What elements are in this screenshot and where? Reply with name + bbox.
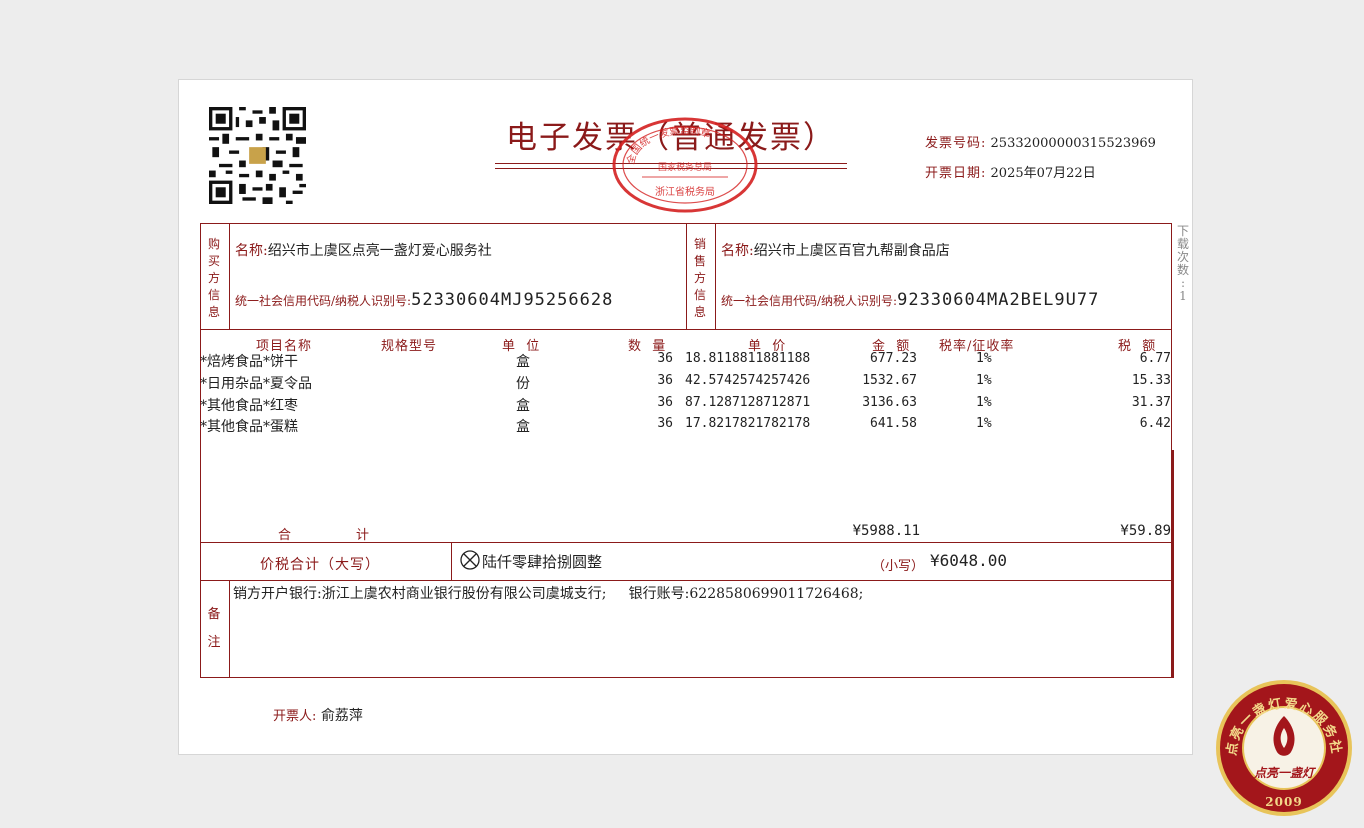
seller-name-label: 名称: [721,243,754,259]
issuer-name: 俞荔萍 [320,708,363,724]
buyer-tax-id: 统一社会信用代码/纳税人识别号:52330604MJ95256628 [235,290,613,310]
grand-total-label: 价税合计（大写） [260,557,380,573]
divider [686,223,687,329]
divider [200,542,1172,543]
row-tax: 15.33 [1131,373,1171,388]
row-tax: 6.77 [1139,351,1171,366]
stamp-bottom-text: 浙江省税务局 [655,185,715,198]
grand-total-amount: ¥6048.00 [930,551,1008,570]
row-qty: 36 [657,395,673,410]
invoice-number-label: 发票号码: [925,136,987,151]
divider [200,580,1172,581]
seller-tax-id: 统一社会信用代码/纳税人识别号:92330604MA2BEL9U77 [721,290,1099,310]
buyer-name-value: 绍兴市上虞区点亮一盏灯爱心服务社 [267,243,492,259]
total-tax: ¥59.89 [1120,523,1171,539]
buyer-section-label: 购买方信息 [207,237,220,319]
seller-tax-id-label: 统一社会信用代码/纳税人识别号: [721,294,898,308]
badge-script-text: 点亮一盏灯 [1253,766,1317,780]
row-tax: 31.37 [1131,395,1171,410]
issuer-label: 开票人: [273,709,317,724]
row-qty: 36 [657,351,673,366]
remarks-text: 销方开户银行:浙江上虞农村商业银行股份有限公司虞城支行; 银行账号:622858… [233,586,864,602]
row-rate: 1% [976,416,992,431]
buyer-tax-id-value: 52330604MJ95256628 [411,290,614,310]
row-rate: 1% [976,395,992,410]
row-qty: 36 [657,373,673,388]
badge-year: 2009 [1265,795,1302,809]
remarks-label-2: 注 [207,635,221,650]
invoice-number: 发票号码: 25332000000315523969 [925,132,1156,151]
buyer-name-label: 名称: [235,243,268,259]
table-row: *日用杂品*夏令品 份 36 42.5742574257426 1532.67 … [200,373,1172,394]
row-price: 18.8118811881188 [685,351,811,366]
buyer-name: 名称:绍兴市上虞区点亮一盏灯爱心服务社 [235,240,492,260]
organization-badge-logo: 点亮一盏灯爱心服务社 点亮一盏灯 2009 [1216,680,1352,816]
divider [451,542,452,580]
row-amount: 677.23 [870,351,917,366]
seller-section-label: 销售方信息 [693,237,706,319]
invoice-date-value: 2025年07月22日 [990,166,1096,181]
remarks-label-1: 备 [207,607,221,622]
divider [1172,450,1174,678]
total-amount: ¥5988.11 [852,523,920,539]
divider [200,329,1172,330]
grand-total-words: 陆仟零肆拾捌圆整 [482,553,603,571]
row-price: 42.5742574257426 [685,373,811,388]
row-unit: 盒 [516,354,530,370]
row-item: *其他食品*红枣 [200,398,298,414]
row-item: *焙烤食品*饼干 [200,354,298,370]
row-amount: 641.58 [870,416,917,431]
row-unit: 盒 [516,419,530,435]
invoice-date-label: 开票日期: [925,166,987,181]
row-rate: 1% [976,351,992,366]
row-amount: 1532.67 [862,373,917,388]
download-count-note: 下载次数:1 [1176,224,1189,303]
total-label-2: 计 [356,528,371,543]
table-row: *其他食品*红枣 盒 36 87.1287128712871 3136.63 1… [200,395,1172,416]
total-label-1: 合 [278,528,293,543]
row-unit: 份 [516,376,530,392]
cross-circle-icon [460,550,480,570]
buyer-tax-id-label: 统一社会信用代码/纳税人识别号: [235,294,412,308]
invoice-number-value: 25332000000315523969 [990,136,1156,151]
seller-name-value: 绍兴市上虞区百官九帮副食品店 [753,243,950,259]
official-stamp: 全国统一发票监制章 国家税务总局 浙江省税务局 [612,117,758,213]
row-item: *日用杂品*夏令品 [200,376,312,392]
stamp-middle-text: 国家税务总局 [658,161,712,173]
row-price: 17.8217821782178 [685,416,811,431]
row-qty: 36 [657,416,673,431]
invoice-date: 开票日期: 2025年07月22日 [925,162,1096,181]
row-price: 87.1287128712871 [685,395,811,410]
grand-total-small-label: （小写） [872,559,925,574]
seller-tax-id-value: 92330604MA2BEL9U77 [897,290,1100,310]
row-rate: 1% [976,373,992,388]
row-amount: 3136.63 [862,395,917,410]
divider [229,223,230,329]
row-item: *其他食品*蛋糕 [200,419,298,435]
table-row: *焙烤食品*饼干 盒 36 18.8118811881188 677.23 1%… [200,351,1172,372]
seller-name: 名称:绍兴市上虞区百官九帮副食品店 [721,240,950,260]
row-unit: 盒 [516,398,530,414]
row-tax: 6.42 [1139,416,1171,431]
divider [715,223,716,329]
qr-code-icon [209,107,306,204]
issuer: 开票人: 俞荔萍 [273,705,363,725]
divider [229,580,230,678]
table-row: *其他食品*蛋糕 盒 36 17.8217821782178 641.58 1%… [200,416,1172,437]
